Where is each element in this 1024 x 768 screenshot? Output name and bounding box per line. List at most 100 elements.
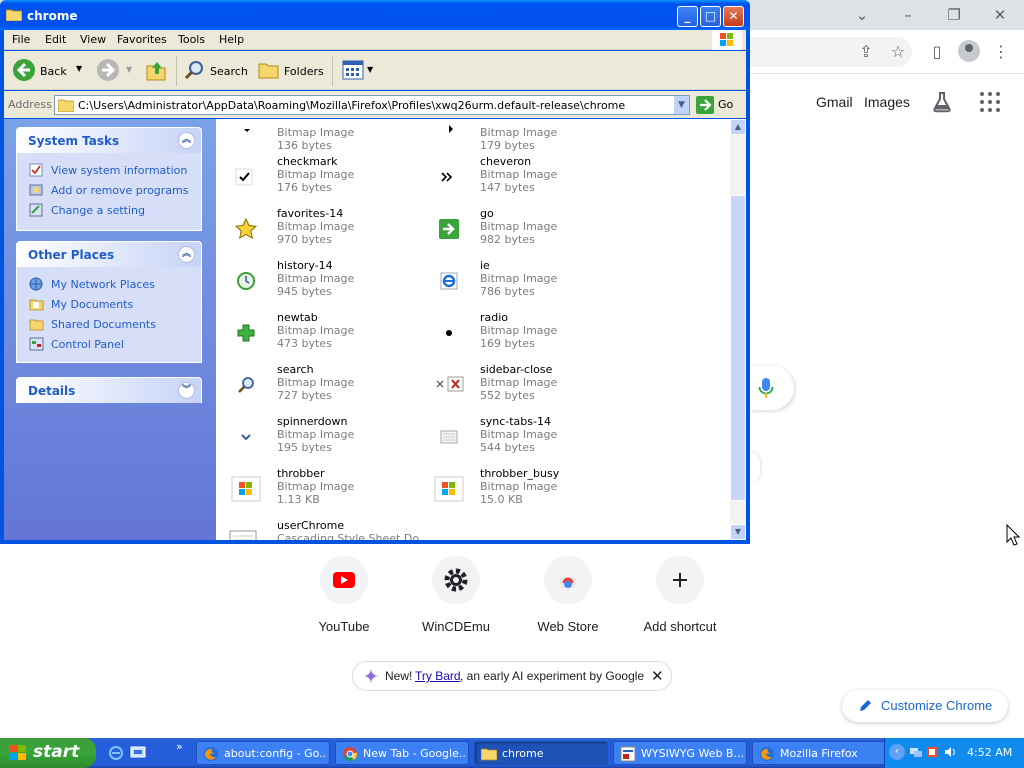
system-tasks-header[interactable]: System Tasks ︽ (17, 128, 201, 153)
mouse-cursor-icon (1006, 524, 1020, 546)
task-mozilla-firefox[interactable]: Mozilla Firefox (752, 741, 886, 765)
file-size: 176 bytes (277, 181, 332, 194)
collapse-chevron-icon[interactable]: ︽ (178, 246, 195, 263)
bookmark-star-icon[interactable]: ☆ (887, 41, 909, 63)
menu-favorites[interactable]: Favorites (117, 33, 167, 46)
task-add-remove-programs[interactable]: Add or remove programs (17, 180, 201, 200)
gmail-link[interactable]: Gmail (816, 94, 853, 110)
go-arrow-icon[interactable] (696, 96, 714, 114)
place-my-network-places[interactable]: My Network Places (17, 274, 201, 294)
customize-chrome-button[interactable]: Customize Chrome (842, 690, 1008, 722)
expand-chevron-icon[interactable]: ︾ (178, 382, 195, 399)
menu-tools[interactable]: Tools (178, 33, 205, 46)
search-icon (238, 377, 254, 393)
place-control-panel[interactable]: Control Panel (17, 334, 201, 354)
menu-kebab-icon[interactable]: ⋮ (990, 41, 1012, 63)
quicklaunch-ie-icon[interactable] (108, 745, 124, 761)
file-item[interactable]: search Bitmap Image 727 bytes (216, 359, 416, 409)
close-icon[interactable]: ✕ (651, 667, 664, 685)
shortcut-wincdemu[interactable]: WinCDEmu (406, 556, 506, 634)
task-change-setting[interactable]: Change a setting (17, 200, 201, 220)
labs-flask-icon[interactable] (930, 90, 954, 114)
file-item[interactable]: spinnerdown Bitmap Image 195 bytes (216, 411, 416, 461)
go-button[interactable]: Go (718, 98, 733, 111)
address-input[interactable]: C:\Users\Administrator\AppData\Roaming\M… (54, 95, 690, 115)
try-bard-link[interactable]: Try Bard (415, 669, 461, 683)
explorer-window: chrome _ □ ✕ File Edit View Favorites To… (0, 0, 750, 544)
file-item[interactable]: radio Bitmap Image 169 bytes (419, 307, 619, 357)
dropdown-arrow-icon[interactable]: ▼ (126, 65, 132, 74)
file-item[interactable]: cheveron Bitmap Image 147 bytes (419, 151, 619, 201)
place-my-documents[interactable]: My Documents (17, 294, 201, 314)
scroll-up-arrow-icon[interactable]: ▲ (730, 119, 746, 135)
menu-edit[interactable]: Edit (45, 33, 66, 46)
minimize-button[interactable]: _ (677, 6, 698, 27)
views-button[interactable]: ▼ (340, 57, 374, 83)
start-button[interactable]: start (0, 738, 96, 768)
task-wysiwyg-editor[interactable]: WYSIWYG Web B... (613, 741, 747, 765)
voice-search-button[interactable] (750, 366, 794, 410)
file-name: go (480, 207, 494, 220)
file-item[interactable]: userChrome Cascading Style Sheet Do (216, 515, 476, 540)
file-type: Bitmap Image (277, 376, 355, 389)
place-shared-documents[interactable]: Shared Documents (17, 314, 201, 334)
details-header[interactable]: Details ︾ (17, 378, 201, 403)
security-tray-icon[interactable] (925, 745, 939, 759)
quicklaunch-overflow-icon[interactable]: » (176, 740, 183, 753)
back-button[interactable]: Back ▼ (10, 55, 88, 85)
network-tray-icon[interactable] (909, 745, 923, 759)
add-shortcut-button[interactable]: Add shortcut (630, 556, 730, 634)
file-item[interactable]: ie Bitmap Image 786 bytes (419, 255, 619, 305)
file-item[interactable]: throbber_busy Bitmap Image 15.0 KB (419, 463, 619, 513)
file-item[interactable]: go Bitmap Image 982 bytes (419, 203, 619, 253)
tab-search-chevron-icon[interactable]: ⌄ (852, 5, 872, 25)
up-folder-icon[interactable] (145, 58, 167, 82)
menu-view[interactable]: View (80, 33, 106, 46)
google-apps-icon[interactable] (980, 92, 1000, 112)
collapse-chevron-icon[interactable]: ︽ (178, 132, 195, 149)
file-type: Bitmap Image (277, 168, 355, 181)
images-link[interactable]: Images (864, 94, 910, 110)
file-item[interactable]: checkmark Bitmap Image 176 bytes (216, 151, 416, 201)
file-item[interactable]: throbber Bitmap Image 1.13 KB (216, 463, 416, 513)
toolbar-separator (332, 56, 333, 86)
file-item[interactable]: sync-tabs-14 Bitmap Image 544 bytes (419, 411, 619, 461)
folders-button[interactable]: Folders (256, 55, 328, 85)
scroll-down-arrow-icon[interactable]: ▼ (730, 524, 746, 540)
dropdown-arrow-icon[interactable]: ▼ (76, 64, 82, 73)
quicklaunch-desktop-icon[interactable] (130, 745, 146, 761)
maximize-button[interactable]: □ (700, 6, 721, 27)
restore-button[interactable]: ❐ (944, 5, 964, 25)
task-view-system-information[interactable]: View system information (17, 160, 201, 180)
shortcut-youtube[interactable]: YouTube (294, 556, 394, 634)
other-places-header[interactable]: Other Places ︽ (17, 242, 201, 267)
close-button[interactable]: ✕ (723, 6, 744, 27)
profile-avatar[interactable] (958, 40, 980, 62)
file-item[interactable]: sidebar-close Bitmap Image 552 bytes (419, 359, 619, 409)
share-icon[interactable]: ⇪ (855, 41, 877, 63)
internet-explorer-icon (440, 272, 458, 290)
tray-expand-icon[interactable]: ‹ (889, 744, 905, 760)
forward-arrow-icon[interactable] (96, 58, 120, 82)
file-type: Bitmap Image (277, 428, 355, 441)
file-name: ie (480, 259, 490, 272)
close-button[interactable]: ✕ (990, 5, 1010, 25)
volume-tray-icon[interactable] (943, 745, 957, 759)
file-item[interactable]: history-14 Bitmap Image 945 bytes (216, 255, 416, 305)
address-dropdown-icon[interactable]: ▼ (673, 96, 689, 114)
side-panel-icon[interactable]: ▯ (926, 41, 948, 63)
file-size: 169 bytes (480, 337, 535, 350)
file-item[interactable]: favorites-14 Bitmap Image 970 bytes (216, 203, 416, 253)
task-about-config[interactable]: about:config - Go... (196, 741, 330, 765)
minimize-button[interactable]: – (898, 5, 918, 25)
task-chrome-folder[interactable]: chrome (474, 741, 608, 765)
search-button[interactable]: Search (182, 55, 250, 85)
menu-file[interactable]: File (12, 33, 30, 46)
task-new-tab-chrome[interactable]: New Tab - Google... (335, 741, 469, 765)
file-item[interactable]: newtab Bitmap Image 473 bytes (216, 307, 416, 357)
vertical-scrollbar[interactable]: ▲ ▼ (730, 119, 746, 540)
explorer-titlebar[interactable]: chrome _ □ ✕ (0, 0, 750, 30)
scrollbar-thumb[interactable] (730, 195, 746, 501)
menu-help[interactable]: Help (219, 33, 244, 46)
shortcut-web-store[interactable]: Web Store (518, 556, 618, 634)
